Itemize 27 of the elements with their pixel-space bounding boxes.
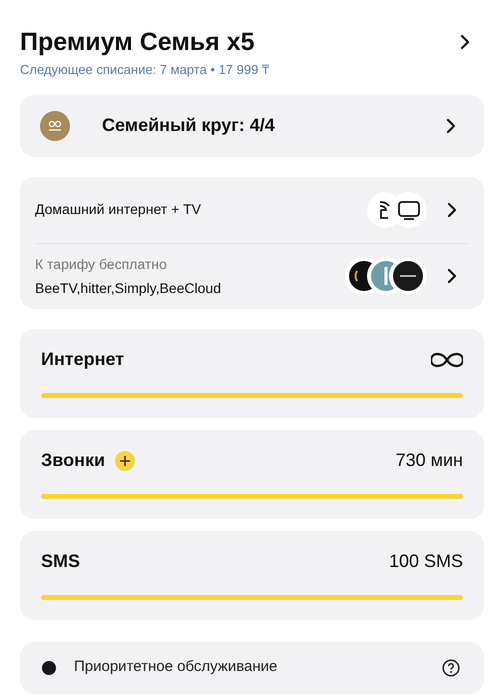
usage-title: Интернет — [41, 348, 124, 371]
chevron-icon — [447, 202, 457, 218]
usage-reading: 100 SMS — [388, 550, 463, 573]
service-caption: К тарифу бесплатно — [35, 254, 168, 274]
family-circle-label: Семейный круг: 4/4 — [102, 114, 276, 137]
chevron-icon — [447, 268, 457, 284]
service-logos-icon — [345, 257, 427, 295]
plan-title: Премиум Семья x5 — [20, 27, 256, 58]
usage-title: SMS — [41, 550, 80, 573]
chevron-icon — [446, 118, 456, 134]
usage-title: Звонки — [41, 449, 106, 472]
service-row[interactable]: Домашний интернет + TV — [35, 176, 469, 242]
service-row[interactable]: К тарифу бесплатно BeeTV,hitter,Simply,BeeCloud — [35, 242, 469, 308]
usage-reading: 730 мин — [396, 449, 463, 472]
help-icon[interactable] — [442, 658, 460, 676]
chevron-icon — [460, 34, 470, 50]
bullet-icon — [42, 660, 56, 674]
family-icon — [40, 110, 70, 140]
infinity-icon — [431, 352, 463, 368]
router-and-tv-icon — [367, 192, 427, 228]
family-circle-row[interactable]: Семейный круг: 4/4 — [20, 94, 484, 156]
add-icon[interactable] — [115, 450, 136, 470]
billing-info: Следующее списание: 7 марта • 17 999 ₸ — [20, 61, 269, 79]
service-label: Домашний интернет + TV — [35, 200, 202, 219]
priority-label: Приоритетное обслуживание — [74, 657, 278, 678]
service-label: BeeTV,hitter,Simply,BeeCloud — [35, 278, 222, 298]
open-button[interactable] — [458, 32, 472, 52]
